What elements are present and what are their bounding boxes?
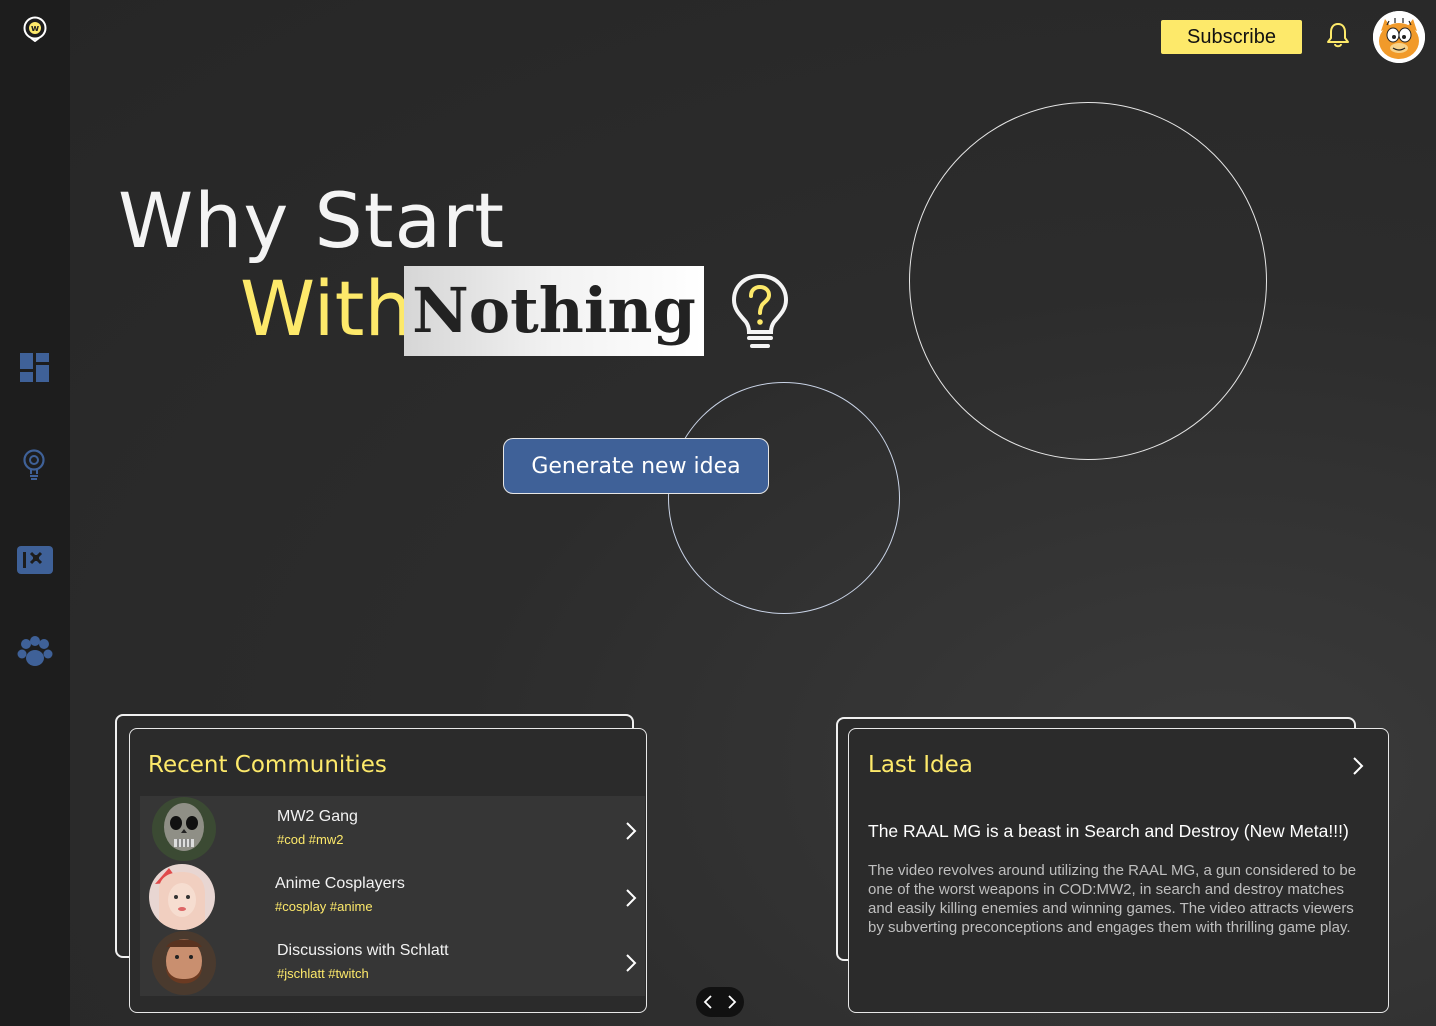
chevron-right-icon[interactable] xyxy=(624,820,638,842)
hero-title-with: With xyxy=(240,264,413,353)
chevron-left-icon[interactable] xyxy=(701,993,715,1011)
user-avatar[interactable] xyxy=(1373,11,1425,63)
cosplayer-avatar xyxy=(149,864,215,930)
chevron-right-icon[interactable] xyxy=(624,887,638,909)
bearded-man-avatar xyxy=(152,931,216,995)
idea-description: The video revolves around utilizing the … xyxy=(868,862,1357,936)
carousel-pager xyxy=(696,987,744,1017)
paw-community-icon[interactable] xyxy=(17,634,53,670)
svg-text:w: w xyxy=(31,24,39,34)
community-row-anime-cosplayers[interactable]: Anime Cosplayers #cosplay #anime xyxy=(140,863,645,930)
hero-title-nothing: Nothing xyxy=(404,266,704,356)
ticket-icon[interactable] xyxy=(17,542,53,578)
community-name: MW2 Gang xyxy=(277,808,358,825)
chevron-right-icon[interactable] xyxy=(725,993,739,1011)
generate-idea-button[interactable]: Generate new idea xyxy=(503,438,769,494)
community-tags: #jschlatt #twitch xyxy=(277,966,369,981)
recent-communities-title: Recent Communities xyxy=(148,752,387,778)
community-tags: #cod #mw2 xyxy=(277,832,344,847)
community-list: MW2 Gang #cod #mw2 Anime Cosplayers #cos… xyxy=(140,796,645,996)
decorative-circle-large xyxy=(909,102,1267,460)
idea-heading: The RAAL MG is a beast in Search and Des… xyxy=(868,821,1349,841)
community-row-mw2-gang[interactable]: MW2 Gang #cod #mw2 xyxy=(140,796,645,862)
community-tags: #cosplay #anime xyxy=(275,899,373,914)
last-idea-title: Last Idea xyxy=(868,752,973,778)
community-name: Anime Cosplayers xyxy=(275,875,405,892)
decorative-circle-small xyxy=(668,382,900,614)
subscribe-button[interactable]: Subscribe xyxy=(1161,20,1302,54)
question-bulb-icon xyxy=(728,272,792,352)
bell-icon[interactable] xyxy=(1326,22,1350,48)
community-name: Discussions with Schlatt xyxy=(277,942,449,959)
dashboard-icon[interactable] xyxy=(17,350,53,386)
hero-title-line1: Why Start xyxy=(118,176,506,265)
skull-mask-avatar xyxy=(152,797,216,861)
chevron-right-icon[interactable] xyxy=(1351,755,1365,777)
community-row-discussions-schlatt[interactable]: Discussions with Schlatt #jschlatt #twit… xyxy=(140,930,645,996)
last-idea-card: Last Idea The RAAL MG is a beast in Sear… xyxy=(848,728,1389,1013)
app-logo-icon[interactable]: w xyxy=(22,16,48,43)
chevron-right-icon[interactable] xyxy=(624,952,638,974)
sidebar: w xyxy=(0,0,70,1026)
recent-communities-card: Recent Communities MW2 Gang #cod #mw2 An… xyxy=(129,728,647,1013)
idea-bulb-icon[interactable] xyxy=(17,446,53,482)
